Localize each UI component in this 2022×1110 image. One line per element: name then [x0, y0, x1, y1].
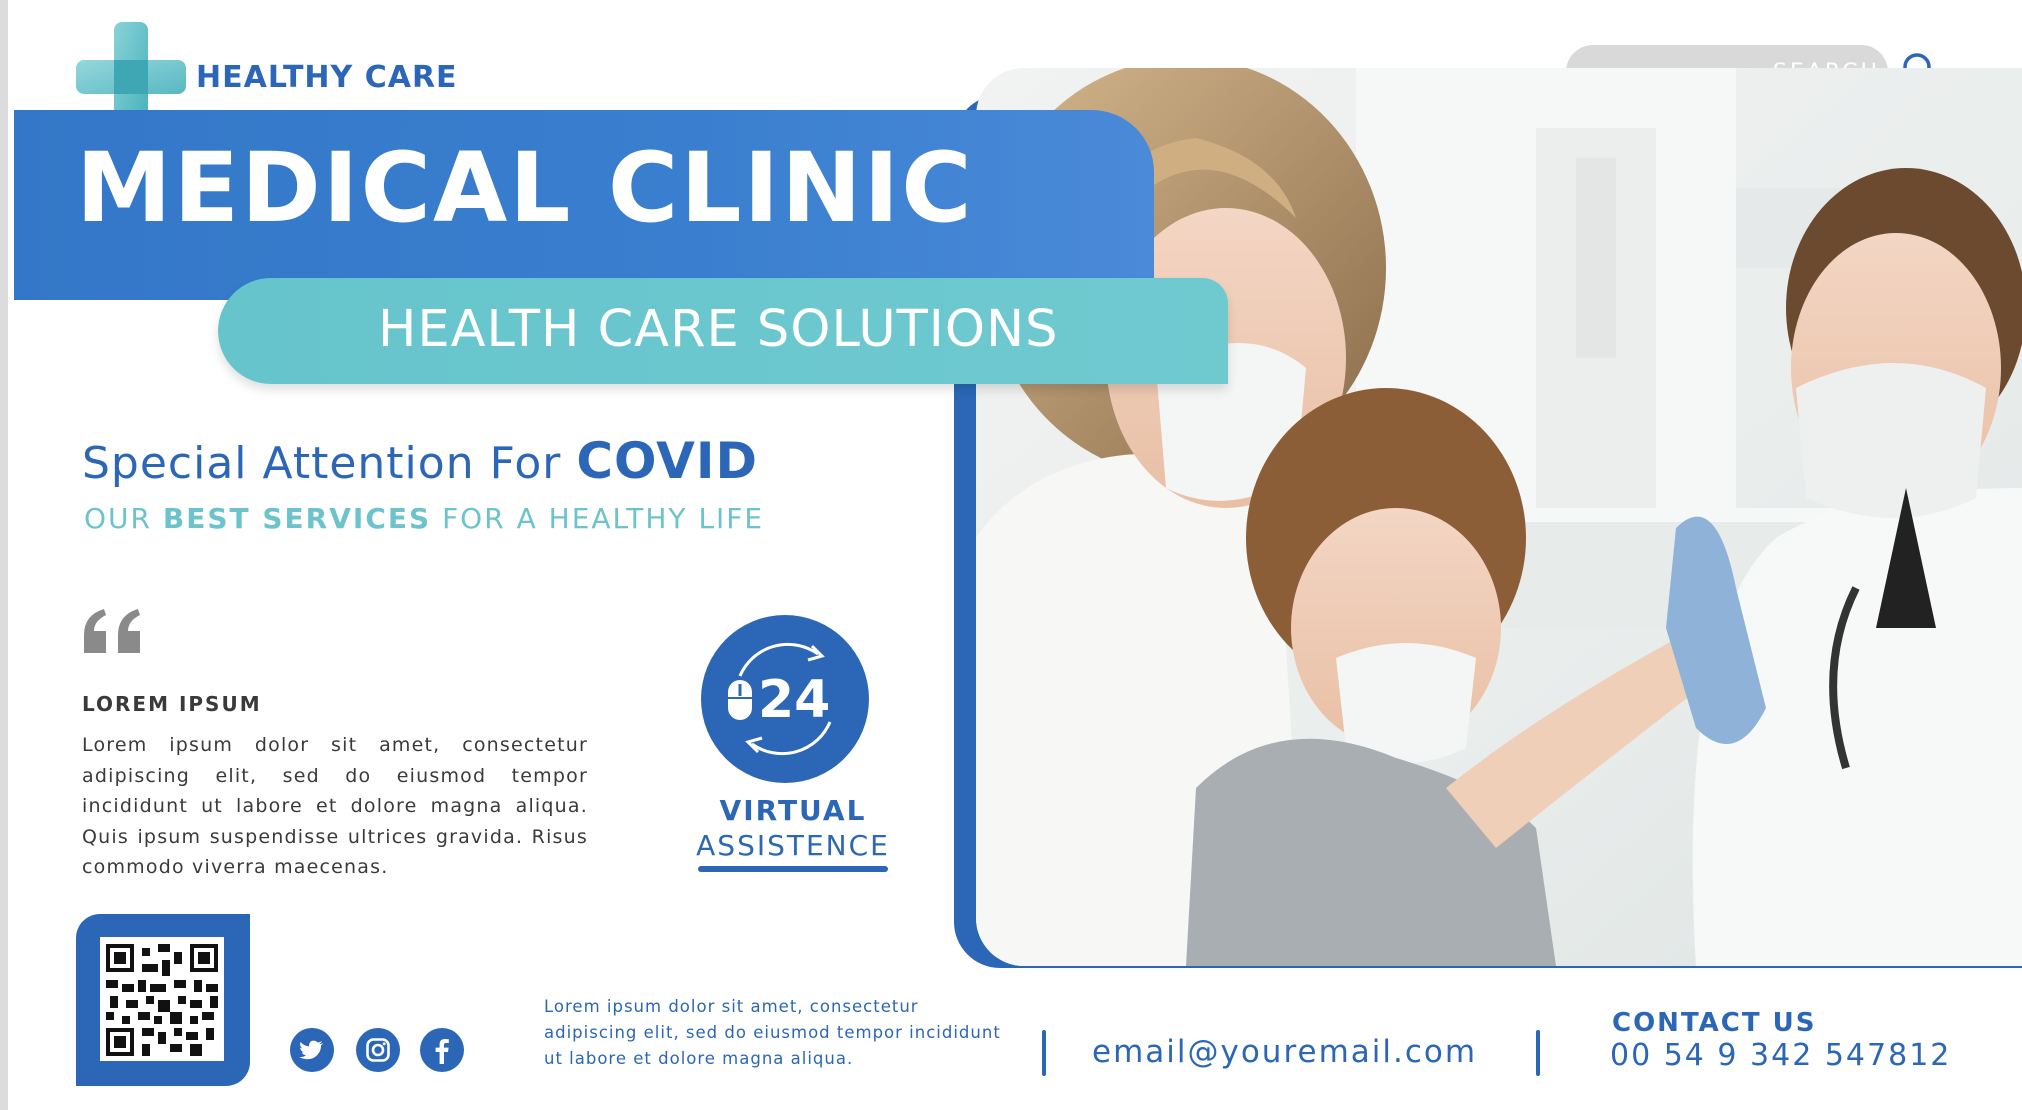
mouse-cycle-icon: 24 — [701, 615, 869, 783]
page-subtitle: HEALTH CARE SOLUTIONS — [378, 300, 1059, 359]
email-link[interactable]: email@youremail.com — [1092, 1034, 1477, 1070]
covid-headline-emphasis: COVID — [576, 432, 758, 490]
services-tagline: OUR BEST SERVICES FOR A HEALTHY LIFE — [84, 502, 764, 535]
brand-name[interactable]: HEALTHY CARE — [196, 60, 458, 95]
services-prefix: OUR — [84, 502, 152, 535]
twitter-icon[interactable] — [290, 1028, 334, 1072]
assistence-label: ASSISTENCE — [696, 829, 890, 862]
covid-headline: Special Attention For COVID — [82, 432, 758, 490]
badge-number: 24 — [758, 670, 830, 730]
services-emphasis: BEST SERVICES — [162, 502, 432, 535]
covid-headline-prefix: Special Attention For — [82, 438, 562, 489]
footer-divider — [1042, 1030, 1046, 1076]
qr-code-icon[interactable] — [106, 944, 218, 1056]
badge-underline — [698, 866, 888, 872]
phone-number[interactable]: 00 54 9 342 547812 — [1610, 1038, 1951, 1073]
quote-icon — [84, 609, 140, 653]
footer-divider — [1536, 1030, 1540, 1076]
contact-heading: CONTACT US — [1612, 1008, 1817, 1038]
facebook-icon[interactable] — [420, 1028, 464, 1072]
lorem-heading: LOREM IPSUM — [82, 692, 262, 716]
instagram-icon[interactable] — [356, 1028, 400, 1072]
footer-description: Lorem ipsum dolor sit amet, consectetur … — [544, 997, 1001, 1068]
page-title: MEDICAL CLINIC — [76, 132, 974, 244]
virtual-label: VIRTUAL — [719, 794, 867, 827]
page-edge — [0, 0, 8, 1110]
services-suffix: FOR A HEALTHY LIFE — [442, 502, 765, 535]
lorem-paragraph: Lorem ipsum dolor sit amet, consectetur … — [82, 734, 588, 878]
